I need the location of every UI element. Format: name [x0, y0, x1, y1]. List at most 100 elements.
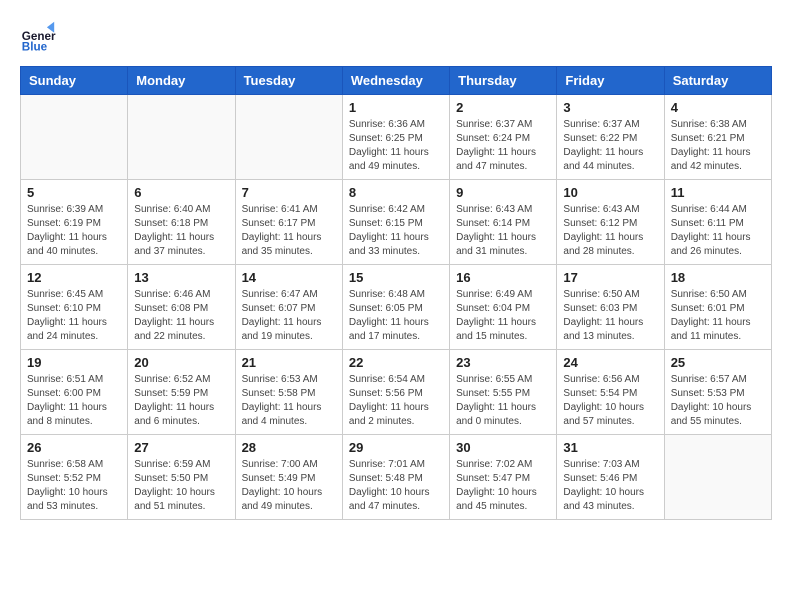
day-info: Sunrise: 6:42 AM Sunset: 6:15 PM Dayligh…: [349, 203, 443, 259]
calendar-cell: [128, 95, 235, 180]
day-number: 29: [349, 440, 443, 455]
day-info: Sunrise: 6:57 AM Sunset: 5:53 PM Dayligh…: [671, 373, 765, 429]
day-info: Sunrise: 6:37 AM Sunset: 6:24 PM Dayligh…: [456, 118, 550, 174]
weekday-header-row: SundayMondayTuesdayWednesdayThursdayFrid…: [21, 67, 772, 95]
calendar-cell: 6 Sunrise: 6:40 AM Sunset: 6:18 PM Daylig…: [128, 180, 235, 265]
calendar-cell: 3 Sunrise: 6:37 AM Sunset: 6:22 PM Daylig…: [557, 95, 664, 180]
calendar-cell: 9 Sunrise: 6:43 AM Sunset: 6:14 PM Daylig…: [450, 180, 557, 265]
day-number: 27: [134, 440, 228, 455]
calendar-cell: 7Sunrise: 6:41 AM Sunset: 6:17 PM Daylig…: [235, 180, 342, 265]
calendar-cell: 4Sunrise: 6:38 AM Sunset: 6:21 PM Daylig…: [664, 95, 771, 180]
calendar-cell: 29 Sunrise: 7:01 AM Sunset: 5:48 PM Dayli…: [342, 435, 449, 520]
day-number: 6: [134, 185, 228, 200]
day-info: Sunrise: 6:56 AM Sunset: 5:54 PM Dayligh…: [563, 373, 657, 429]
calendar-cell: [21, 95, 128, 180]
weekday-header-tuesday: Tuesday: [235, 67, 342, 95]
day-info: Sunrise: 7:00 AM Sunset: 5:49 PM Dayligh…: [242, 458, 336, 514]
day-number: 5: [27, 185, 121, 200]
day-info: Sunrise: 6:43 AM Sunset: 6:14 PM Dayligh…: [456, 203, 550, 259]
day-number: 30: [456, 440, 550, 455]
day-number: 8: [349, 185, 443, 200]
calendar-cell: 10Sunrise: 6:43 AM Sunset: 6:12 PM Dayli…: [557, 180, 664, 265]
day-info: Sunrise: 6:58 AM Sunset: 5:52 PM Dayligh…: [27, 458, 121, 514]
day-info: Sunrise: 6:40 AM Sunset: 6:18 PM Dayligh…: [134, 203, 228, 259]
weekday-header-thursday: Thursday: [450, 67, 557, 95]
day-number: 10: [563, 185, 657, 200]
logo-icon: General Blue: [20, 20, 56, 56]
calendar-cell: 13 Sunrise: 6:46 AM Sunset: 6:08 PM Dayli…: [128, 265, 235, 350]
day-info: Sunrise: 6:37 AM Sunset: 6:22 PM Dayligh…: [563, 118, 657, 174]
calendar-cell: 2 Sunrise: 6:37 AM Sunset: 6:24 PM Daylig…: [450, 95, 557, 180]
calendar: SundayMondayTuesdayWednesdayThursdayFrid…: [20, 66, 772, 520]
day-info: Sunrise: 6:48 AM Sunset: 6:05 PM Dayligh…: [349, 288, 443, 344]
day-info: Sunrise: 6:49 AM Sunset: 6:04 PM Dayligh…: [456, 288, 550, 344]
day-info: Sunrise: 6:39 AM Sunset: 6:19 PM Dayligh…: [27, 203, 121, 259]
day-info: Sunrise: 7:01 AM Sunset: 5:48 PM Dayligh…: [349, 458, 443, 514]
day-number: 25: [671, 355, 765, 370]
day-info: Sunrise: 6:55 AM Sunset: 5:55 PM Dayligh…: [456, 373, 550, 429]
weekday-header-saturday: Saturday: [664, 67, 771, 95]
day-info: Sunrise: 6:50 AM Sunset: 6:01 PM Dayligh…: [671, 288, 765, 344]
day-number: 16: [456, 270, 550, 285]
day-number: 2: [456, 100, 550, 115]
day-info: Sunrise: 6:54 AM Sunset: 5:56 PM Dayligh…: [349, 373, 443, 429]
day-info: Sunrise: 6:51 AM Sunset: 6:00 PM Dayligh…: [27, 373, 121, 429]
calendar-cell: 15 Sunrise: 6:48 AM Sunset: 6:05 PM Dayli…: [342, 265, 449, 350]
day-number: 13: [134, 270, 228, 285]
day-number: 24: [563, 355, 657, 370]
weekday-header-wednesday: Wednesday: [342, 67, 449, 95]
day-number: 20: [134, 355, 228, 370]
weekday-header-monday: Monday: [128, 67, 235, 95]
day-info: Sunrise: 6:53 AM Sunset: 5:58 PM Dayligh…: [242, 373, 336, 429]
day-info: Sunrise: 6:38 AM Sunset: 6:21 PM Dayligh…: [671, 118, 765, 174]
week-row-3: 12 Sunrise: 6:45 AM Sunset: 6:10 PM Dayli…: [21, 265, 772, 350]
day-number: 28: [242, 440, 336, 455]
day-info: Sunrise: 6:45 AM Sunset: 6:10 PM Dayligh…: [27, 288, 121, 344]
week-row-1: 1 Sunrise: 6:36 AM Sunset: 6:25 PM Daylig…: [21, 95, 772, 180]
day-number: 7: [242, 185, 336, 200]
calendar-cell: 12 Sunrise: 6:45 AM Sunset: 6:10 PM Dayli…: [21, 265, 128, 350]
calendar-cell: 11 Sunrise: 6:44 AM Sunset: 6:11 PM Dayli…: [664, 180, 771, 265]
day-info: Sunrise: 6:59 AM Sunset: 5:50 PM Dayligh…: [134, 458, 228, 514]
day-info: Sunrise: 6:50 AM Sunset: 6:03 PM Dayligh…: [563, 288, 657, 344]
calendar-cell: 30Sunrise: 7:02 AM Sunset: 5:47 PM Dayli…: [450, 435, 557, 520]
day-number: 1: [349, 100, 443, 115]
calendar-cell: 5 Sunrise: 6:39 AM Sunset: 6:19 PM Daylig…: [21, 180, 128, 265]
day-number: 23: [456, 355, 550, 370]
week-row-4: 19Sunrise: 6:51 AM Sunset: 6:00 PM Dayli…: [21, 350, 772, 435]
calendar-cell: 22 Sunrise: 6:54 AM Sunset: 5:56 PM Dayli…: [342, 350, 449, 435]
calendar-cell: 31 Sunrise: 7:03 AM Sunset: 5:46 PM Dayli…: [557, 435, 664, 520]
day-number: 22: [349, 355, 443, 370]
day-number: 9: [456, 185, 550, 200]
week-row-5: 26 Sunrise: 6:58 AM Sunset: 5:52 PM Dayli…: [21, 435, 772, 520]
day-number: 31: [563, 440, 657, 455]
calendar-cell: 21Sunrise: 6:53 AM Sunset: 5:58 PM Dayli…: [235, 350, 342, 435]
calendar-cell: 23 Sunrise: 6:55 AM Sunset: 5:55 PM Dayli…: [450, 350, 557, 435]
day-info: Sunrise: 6:36 AM Sunset: 6:25 PM Dayligh…: [349, 118, 443, 174]
day-info: Sunrise: 6:46 AM Sunset: 6:08 PM Dayligh…: [134, 288, 228, 344]
weekday-header-friday: Friday: [557, 67, 664, 95]
calendar-cell: 24 Sunrise: 6:56 AM Sunset: 5:54 PM Dayli…: [557, 350, 664, 435]
day-number: 26: [27, 440, 121, 455]
day-number: 15: [349, 270, 443, 285]
calendar-cell: [235, 95, 342, 180]
calendar-cell: 18Sunrise: 6:50 AM Sunset: 6:01 PM Dayli…: [664, 265, 771, 350]
calendar-cell: 8 Sunrise: 6:42 AM Sunset: 6:15 PM Daylig…: [342, 180, 449, 265]
svg-text:Blue: Blue: [22, 41, 48, 54]
week-row-2: 5 Sunrise: 6:39 AM Sunset: 6:19 PM Daylig…: [21, 180, 772, 265]
calendar-cell: [664, 435, 771, 520]
day-number: 11: [671, 185, 765, 200]
day-info: Sunrise: 6:44 AM Sunset: 6:11 PM Dayligh…: [671, 203, 765, 259]
calendar-cell: 17 Sunrise: 6:50 AM Sunset: 6:03 PM Dayli…: [557, 265, 664, 350]
day-number: 12: [27, 270, 121, 285]
day-number: 3: [563, 100, 657, 115]
calendar-cell: 16 Sunrise: 6:49 AM Sunset: 6:04 PM Dayli…: [450, 265, 557, 350]
page-header: General Blue: [20, 20, 772, 56]
calendar-cell: 19Sunrise: 6:51 AM Sunset: 6:00 PM Dayli…: [21, 350, 128, 435]
calendar-cell: 26 Sunrise: 6:58 AM Sunset: 5:52 PM Dayli…: [21, 435, 128, 520]
calendar-cell: 27 Sunrise: 6:59 AM Sunset: 5:50 PM Dayli…: [128, 435, 235, 520]
day-info: Sunrise: 6:47 AM Sunset: 6:07 PM Dayligh…: [242, 288, 336, 344]
calendar-cell: 14Sunrise: 6:47 AM Sunset: 6:07 PM Dayli…: [235, 265, 342, 350]
day-info: Sunrise: 7:03 AM Sunset: 5:46 PM Dayligh…: [563, 458, 657, 514]
day-number: 17: [563, 270, 657, 285]
